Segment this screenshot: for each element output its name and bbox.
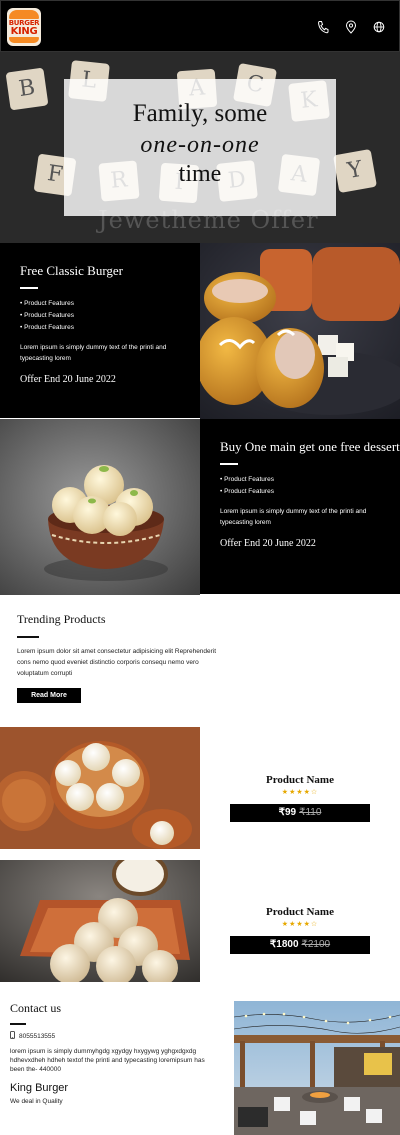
feature-item: Product Features (220, 474, 400, 486)
product-photo-rasgulla (0, 727, 200, 849)
rating-stars: ★★★★☆ (281, 789, 319, 796)
restaurant-patio-photo (234, 1001, 400, 1135)
offer-card-dessert: Buy One main get one free dessert Produc… (200, 419, 400, 594)
offer-feature-list: Product Features Product Features (220, 474, 400, 498)
current-price: ₹99 (278, 807, 297, 818)
offer-end-date: Offer End 20 June 2022 (220, 538, 316, 549)
phone-number: 8055513555 (19, 1032, 56, 1040)
hero-line-3: time (178, 161, 222, 187)
price-bar[interactable]: ₹1800 ₹2100 (230, 936, 370, 954)
offer-description: Lorem ipsum is simply dummy text of the … (20, 344, 167, 362)
contact-description: lorem ipsum is simply dummyhgdg xgydgy h… (10, 1048, 205, 1073)
globe-icon[interactable] (373, 20, 385, 34)
top-header: BURGER KING (0, 0, 400, 52)
product-photo-coconut-ladoo (0, 860, 200, 982)
offer-title: Buy One main get one free dessert (220, 439, 400, 454)
phone-icon[interactable] (317, 20, 329, 34)
read-more-button[interactable]: Read More (17, 688, 81, 703)
offer-card-burger: Free Classic Burger Product Features Pro… (0, 243, 200, 418)
letter-tile: B (5, 67, 49, 111)
trending-section: Trending Products Lorem ipsum dolor sit … (17, 612, 377, 703)
trending-description: Lorem ipsum dolor sit amet consectetur a… (17, 648, 217, 677)
rasgulla-bowl-photo (0, 419, 200, 595)
feature-item: Product Features (20, 298, 200, 310)
logo-bun-top (9, 10, 39, 19)
offer-title-underline (220, 463, 238, 465)
feature-item: Product Features (20, 310, 200, 322)
old-price: ₹2100 (301, 939, 331, 950)
trending-title-underline (17, 636, 39, 638)
hero-text-panel: Family, some one-on-one time (64, 79, 336, 216)
offer-title: Free Classic Burger (20, 263, 124, 278)
location-pin-icon[interactable] (345, 20, 357, 34)
hero-line-2: one-on-one (140, 132, 260, 158)
letter-tile: Y (332, 148, 378, 194)
logo-bun-bottom (9, 37, 39, 43)
trending-title: Trending Products (17, 612, 106, 626)
product-name: Product Name (266, 906, 334, 918)
feature-item: Product Features (220, 486, 400, 498)
contact-section: Contact us 8055513555 lorem ipsum is sim… (10, 1001, 210, 1105)
mobile-phone-icon (10, 1031, 15, 1041)
brand-tagline: We deal in Quality (10, 1098, 63, 1105)
contact-title: Contact us (10, 1001, 61, 1015)
burger-king-logo[interactable]: BURGER KING (7, 8, 41, 46)
rating-stars: ★★★★☆ (281, 921, 319, 928)
current-price: ₹1800 (269, 939, 299, 950)
feature-item: Product Features (20, 322, 200, 334)
price-bar[interactable]: ₹99 ₹110 (230, 804, 370, 822)
old-price: ₹110 (299, 807, 322, 818)
offer-end-date: Offer End 20 June 2022 (20, 374, 116, 385)
offer-description: Lorem ipsum is simply dummy text of the … (220, 508, 367, 526)
contact-title-underline (10, 1023, 26, 1025)
offer-title-underline (20, 287, 38, 289)
product-name: Product Name (266, 774, 334, 786)
brand-name: King Burger (10, 1082, 69, 1094)
logo-text-line2: KING (10, 26, 38, 37)
header-icons (317, 20, 385, 34)
contact-phone[interactable]: 8055513555 (10, 1031, 210, 1041)
croquettes-photo (200, 243, 400, 419)
hero-banner: B L A C K F R I D A Y Jewetheme Offer Fa… (0, 52, 400, 243)
hero-line-1: Family, some (132, 100, 268, 127)
offer-feature-list: Product Features Product Features Produc… (20, 298, 200, 334)
